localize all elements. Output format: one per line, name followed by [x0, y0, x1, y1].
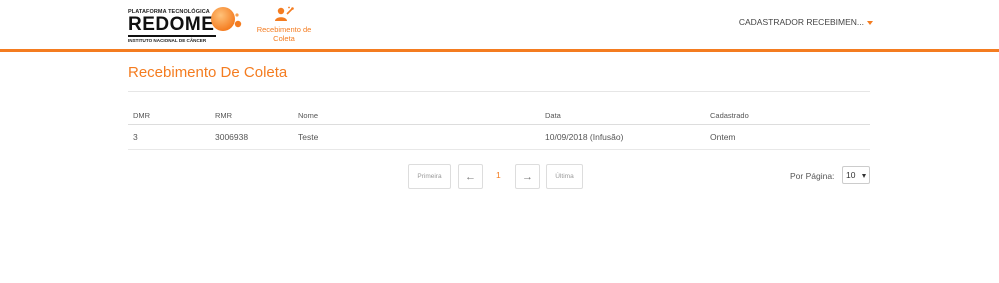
- cell-dmr: 3: [128, 124, 210, 150]
- prev-page-button[interactable]: ←: [458, 164, 483, 189]
- redome-logo[interactable]: PLATAFORMA TECNOLÓGICA REDOME INSTITUTO …: [128, 6, 244, 44]
- cell-rmr: 3006938: [210, 124, 293, 150]
- top-navbar: PLATAFORMA TECNOLÓGICA REDOME INSTITUTO …: [0, 0, 999, 52]
- per-page-select[interactable]: 10: [842, 166, 870, 184]
- nav-recebimento-coleta[interactable]: Recebimento de Coleta: [252, 6, 316, 46]
- cell-nome: Teste: [293, 124, 540, 150]
- table-header-row: DMR RMR Nome Data Cadastrado: [128, 107, 870, 125]
- page-title: Recebimento De Coleta: [128, 64, 288, 81]
- chevron-down-icon: [862, 174, 866, 178]
- arrow-right-icon: →: [522, 170, 533, 183]
- user-collection-icon: [275, 6, 294, 21]
- last-page-label: Última: [555, 173, 574, 180]
- last-page-button[interactable]: Última: [546, 164, 583, 189]
- chevron-down-icon: [867, 20, 873, 25]
- column-header-cadastrado[interactable]: Cadastrado: [705, 107, 870, 125]
- cell-cadastrado: Ontem: [705, 124, 870, 150]
- logo-drop-icon: [211, 7, 242, 31]
- logo-underline: [128, 35, 216, 37]
- table-row[interactable]: 3 3006938 Teste 10/09/2018 (Infusão) Ont…: [128, 124, 870, 150]
- user-menu-dropdown[interactable]: CADASTRADOR RECEBIMEN...: [739, 17, 873, 27]
- arrow-left-icon: ←: [465, 170, 476, 183]
- nav-item-label: Recebimento de Coleta: [256, 25, 312, 43]
- results-table: DMR RMR Nome Data Cadastrado 3 3006938 T…: [128, 107, 870, 150]
- title-divider: [128, 91, 870, 92]
- next-page-button[interactable]: →: [515, 164, 540, 189]
- page-number-current[interactable]: 1: [496, 170, 501, 180]
- cell-data: 10/09/2018 (Infusão): [540, 124, 705, 150]
- column-header-dmr[interactable]: DMR: [128, 107, 210, 125]
- user-menu-label: CADASTRADOR RECEBIMEN...: [738, 17, 864, 27]
- column-header-rmr[interactable]: RMR: [210, 107, 293, 125]
- first-page-button[interactable]: Primeira: [408, 164, 451, 189]
- column-header-data[interactable]: Data: [540, 107, 705, 125]
- logo-name: REDOME: [128, 14, 215, 35]
- per-page-label: Por Página:: [790, 171, 835, 181]
- logo-subtitle: INSTITUTO NACIONAL DE CÂNCER: [128, 38, 207, 43]
- first-page-label: Primeira: [417, 173, 442, 180]
- column-header-nome[interactable]: Nome: [293, 107, 540, 125]
- per-page-value: 10: [846, 170, 856, 180]
